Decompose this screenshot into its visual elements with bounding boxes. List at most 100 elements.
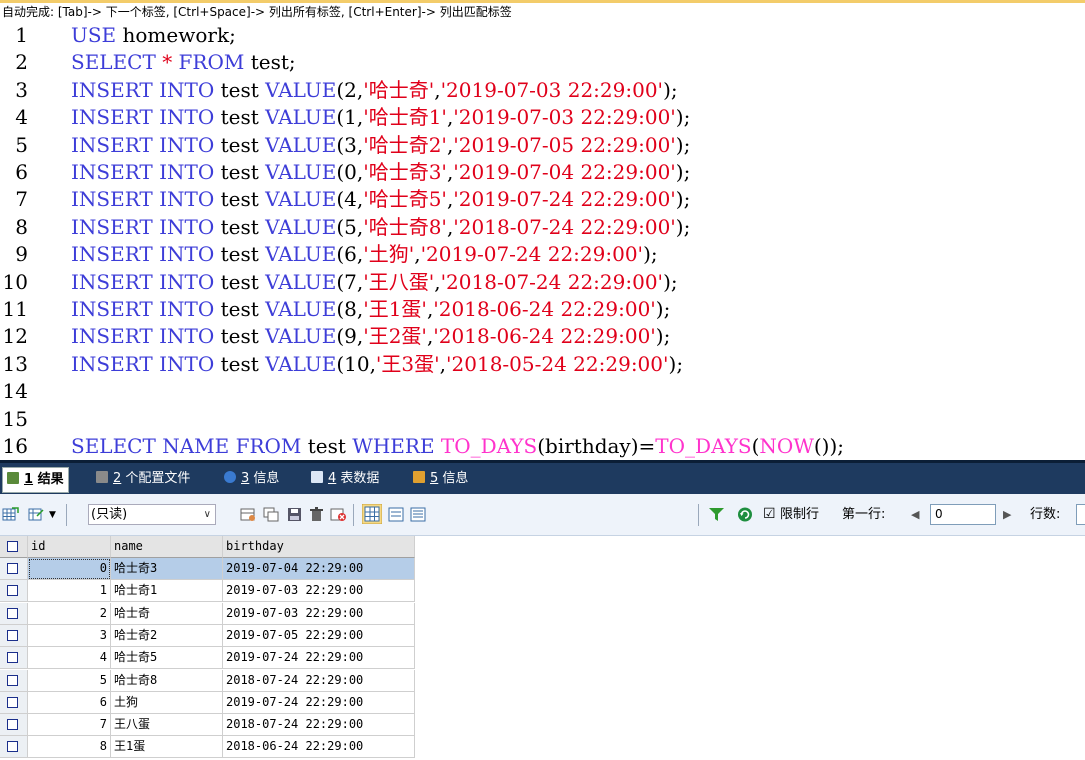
select-all-checkbox-cell[interactable] [0, 536, 28, 558]
cell-id[interactable]: 6 [28, 691, 111, 714]
row-checkbox-cell[interactable] [0, 669, 28, 692]
table-row[interactable]: 5 哈士奇8 2018-07-24 22:29:00 [0, 669, 415, 692]
code-line[interactable]: 4 INSERT INTO test VALUE(1,'哈士奇1','2019-0… [0, 104, 1085, 131]
cell-name[interactable]: 哈士奇5 [111, 647, 223, 670]
tab-result-1[interactable]: 1 结果 [2, 467, 69, 493]
row-checkbox-cell[interactable] [0, 714, 28, 737]
tab-result-3[interactable]: 3 信息 [220, 467, 283, 493]
checkbox[interactable] [7, 696, 18, 708]
refresh-icon[interactable] [737, 507, 754, 522]
cell-id[interactable]: 5 [28, 669, 111, 692]
cell-id[interactable]: 3 [28, 624, 111, 647]
code-line[interactable]: 9 INSERT INTO test VALUE(6,'土狗','2019-07-… [0, 241, 1085, 268]
prev-page-button[interactable]: ◀ [911, 506, 919, 523]
cell-birthday[interactable]: 2019-07-04 22:29:00 [223, 558, 415, 580]
checkbox[interactable] [7, 585, 18, 597]
next-page-button[interactable]: ▶ [1003, 506, 1011, 523]
tab-result-4[interactable]: 4 表数据 [307, 467, 383, 493]
code-line[interactable]: 1 USE homework; [0, 22, 1085, 49]
column-header-id[interactable]: id [28, 536, 111, 558]
cell-id[interactable]: 1 [28, 580, 111, 603]
cell-birthday[interactable]: 2018-07-24 22:29:00 [223, 714, 415, 737]
column-header-birthday[interactable]: birthday [223, 536, 415, 558]
mode-select[interactable]: (只读) ∨ [88, 504, 216, 525]
row-checkbox-cell[interactable] [0, 624, 28, 647]
cell-name[interactable]: 哈士奇 [111, 602, 223, 625]
code-line[interactable]: 13 INSERT INTO test VALUE(10,'王3蛋','2018-… [0, 351, 1085, 378]
cell-name[interactable]: 王1蛋 [111, 736, 223, 759]
table-row[interactable]: 0 哈士奇3 2019-07-04 22:29:00 [0, 558, 415, 580]
cell-id[interactable]: 2 [28, 602, 111, 625]
code-line[interactable]: 5 INSERT INTO test VALUE(3,'哈士奇2','2019-0… [0, 132, 1085, 159]
row-checkbox-cell[interactable] [0, 691, 28, 714]
cell-birthday[interactable]: 2018-07-24 22:29:00 [223, 669, 415, 692]
cell-name[interactable]: 哈士奇3 [111, 558, 223, 580]
row-count-input[interactable] [1076, 504, 1085, 525]
import-grid-icon[interactable] [28, 507, 45, 522]
code-line[interactable]: 15 [0, 406, 1085, 433]
tab-result-2[interactable]: 2 个配置文件 [92, 467, 194, 493]
column-header-name[interactable]: name [111, 536, 223, 558]
cancel-changes-icon[interactable] [330, 507, 347, 522]
row-checkbox-cell[interactable] [0, 602, 28, 625]
cell-id[interactable]: 0 [28, 558, 111, 580]
result-grid[interactable]: id name birthday 0 哈士奇3 2019-07-04 22:29:00 1 哈… [0, 536, 1085, 760]
checkbox[interactable] [7, 607, 18, 619]
table-row[interactable]: 3 哈士奇2 2019-07-05 22:29:00 [0, 624, 415, 647]
save-icon[interactable] [286, 507, 303, 522]
grid-view-icon[interactable] [362, 504, 382, 524]
cell-birthday[interactable]: 2019-07-24 22:29:00 [223, 691, 415, 714]
delete-icon[interactable] [308, 507, 325, 522]
table-row[interactable]: 4 哈士奇5 2019-07-24 22:29:00 [0, 647, 415, 670]
code-line[interactable]: 7 INSERT INTO test VALUE(4,'哈士奇5','2019-0… [0, 186, 1085, 213]
sql-editor[interactable]: 1 USE homework; 2 SELECT * FROM test; 3 INSER… [0, 22, 1085, 460]
cell-name[interactable]: 哈士奇2 [111, 624, 223, 647]
chevron-down-icon[interactable]: ▼ [49, 507, 56, 524]
code-line[interactable]: 11 INSERT INTO test VALUE(8,'王1蛋','2018-0… [0, 296, 1085, 323]
cell-birthday[interactable]: 2019-07-03 22:29:00 [223, 580, 415, 603]
code-line[interactable]: 3 INSERT INTO test VALUE(2,'哈士奇','2019-07… [0, 77, 1085, 104]
checkbox[interactable] [7, 541, 18, 552]
code-line[interactable]: 2 SELECT * FROM test; [0, 49, 1085, 76]
copy-row-icon[interactable] [263, 507, 280, 522]
table-row[interactable]: 7 王八蛋 2018-07-24 22:29:00 [0, 714, 415, 737]
checkbox[interactable] [7, 741, 18, 753]
cell-id[interactable]: 7 [28, 714, 111, 737]
code-line[interactable]: 16 SELECT NAME FROM test WHERE TO_DAYS(bi… [0, 433, 1085, 460]
table-row[interactable]: 8 王1蛋 2018-06-24 22:29:00 [0, 736, 415, 759]
cell-name[interactable]: 哈士奇1 [111, 580, 223, 603]
code-line[interactable]: 8 INSERT INTO test VALUE(5,'哈士奇8','2018-0… [0, 214, 1085, 241]
cell-id[interactable]: 4 [28, 647, 111, 670]
row-checkbox-cell[interactable] [0, 558, 28, 580]
form-view-icon[interactable] [388, 507, 405, 522]
table-row[interactable]: 2 哈士奇 2019-07-03 22:29:00 [0, 602, 415, 625]
checkbox[interactable] [7, 652, 18, 664]
code-line[interactable]: 12 INSERT INTO test VALUE(9,'王2蛋','2018-0… [0, 323, 1085, 350]
cell-birthday[interactable]: 2019-07-24 22:29:00 [223, 647, 415, 670]
first-row-input[interactable]: 0 [930, 504, 996, 525]
filter-icon[interactable] [708, 507, 725, 522]
text-view-icon[interactable] [410, 507, 427, 522]
table-row[interactable]: 6 土狗 2019-07-24 22:29:00 [0, 691, 415, 714]
checkbox[interactable] [7, 629, 18, 641]
row-checkbox-cell[interactable] [0, 580, 28, 603]
new-row-icon[interactable] [240, 507, 257, 522]
row-checkbox-cell[interactable] [0, 736, 28, 759]
checkbox[interactable] [7, 563, 18, 574]
export-grid-icon[interactable] [2, 507, 19, 522]
checkbox[interactable] [7, 674, 18, 686]
checkbox[interactable] [7, 719, 18, 731]
cell-name[interactable]: 哈士奇8 [111, 669, 223, 692]
code-line[interactable]: 6 INSERT INTO test VALUE(0,'哈士奇3','2019-0… [0, 159, 1085, 186]
cell-birthday[interactable]: 2019-07-03 22:29:00 [223, 602, 415, 625]
cell-id[interactable]: 8 [28, 736, 111, 759]
cell-name[interactable]: 王八蛋 [111, 714, 223, 737]
limit-checkbox[interactable]: ☑ [763, 506, 776, 523]
cell-birthday[interactable]: 2019-07-05 22:29:00 [223, 624, 415, 647]
cell-birthday[interactable]: 2018-06-24 22:29:00 [223, 736, 415, 759]
code-line[interactable]: 14 [0, 378, 1085, 405]
row-checkbox-cell[interactable] [0, 647, 28, 670]
cell-name[interactable]: 土狗 [111, 691, 223, 714]
code-line[interactable]: 10 INSERT INTO test VALUE(7,'王八蛋','2018-0… [0, 269, 1085, 296]
tab-result-5[interactable]: 5 信息 [409, 467, 472, 493]
